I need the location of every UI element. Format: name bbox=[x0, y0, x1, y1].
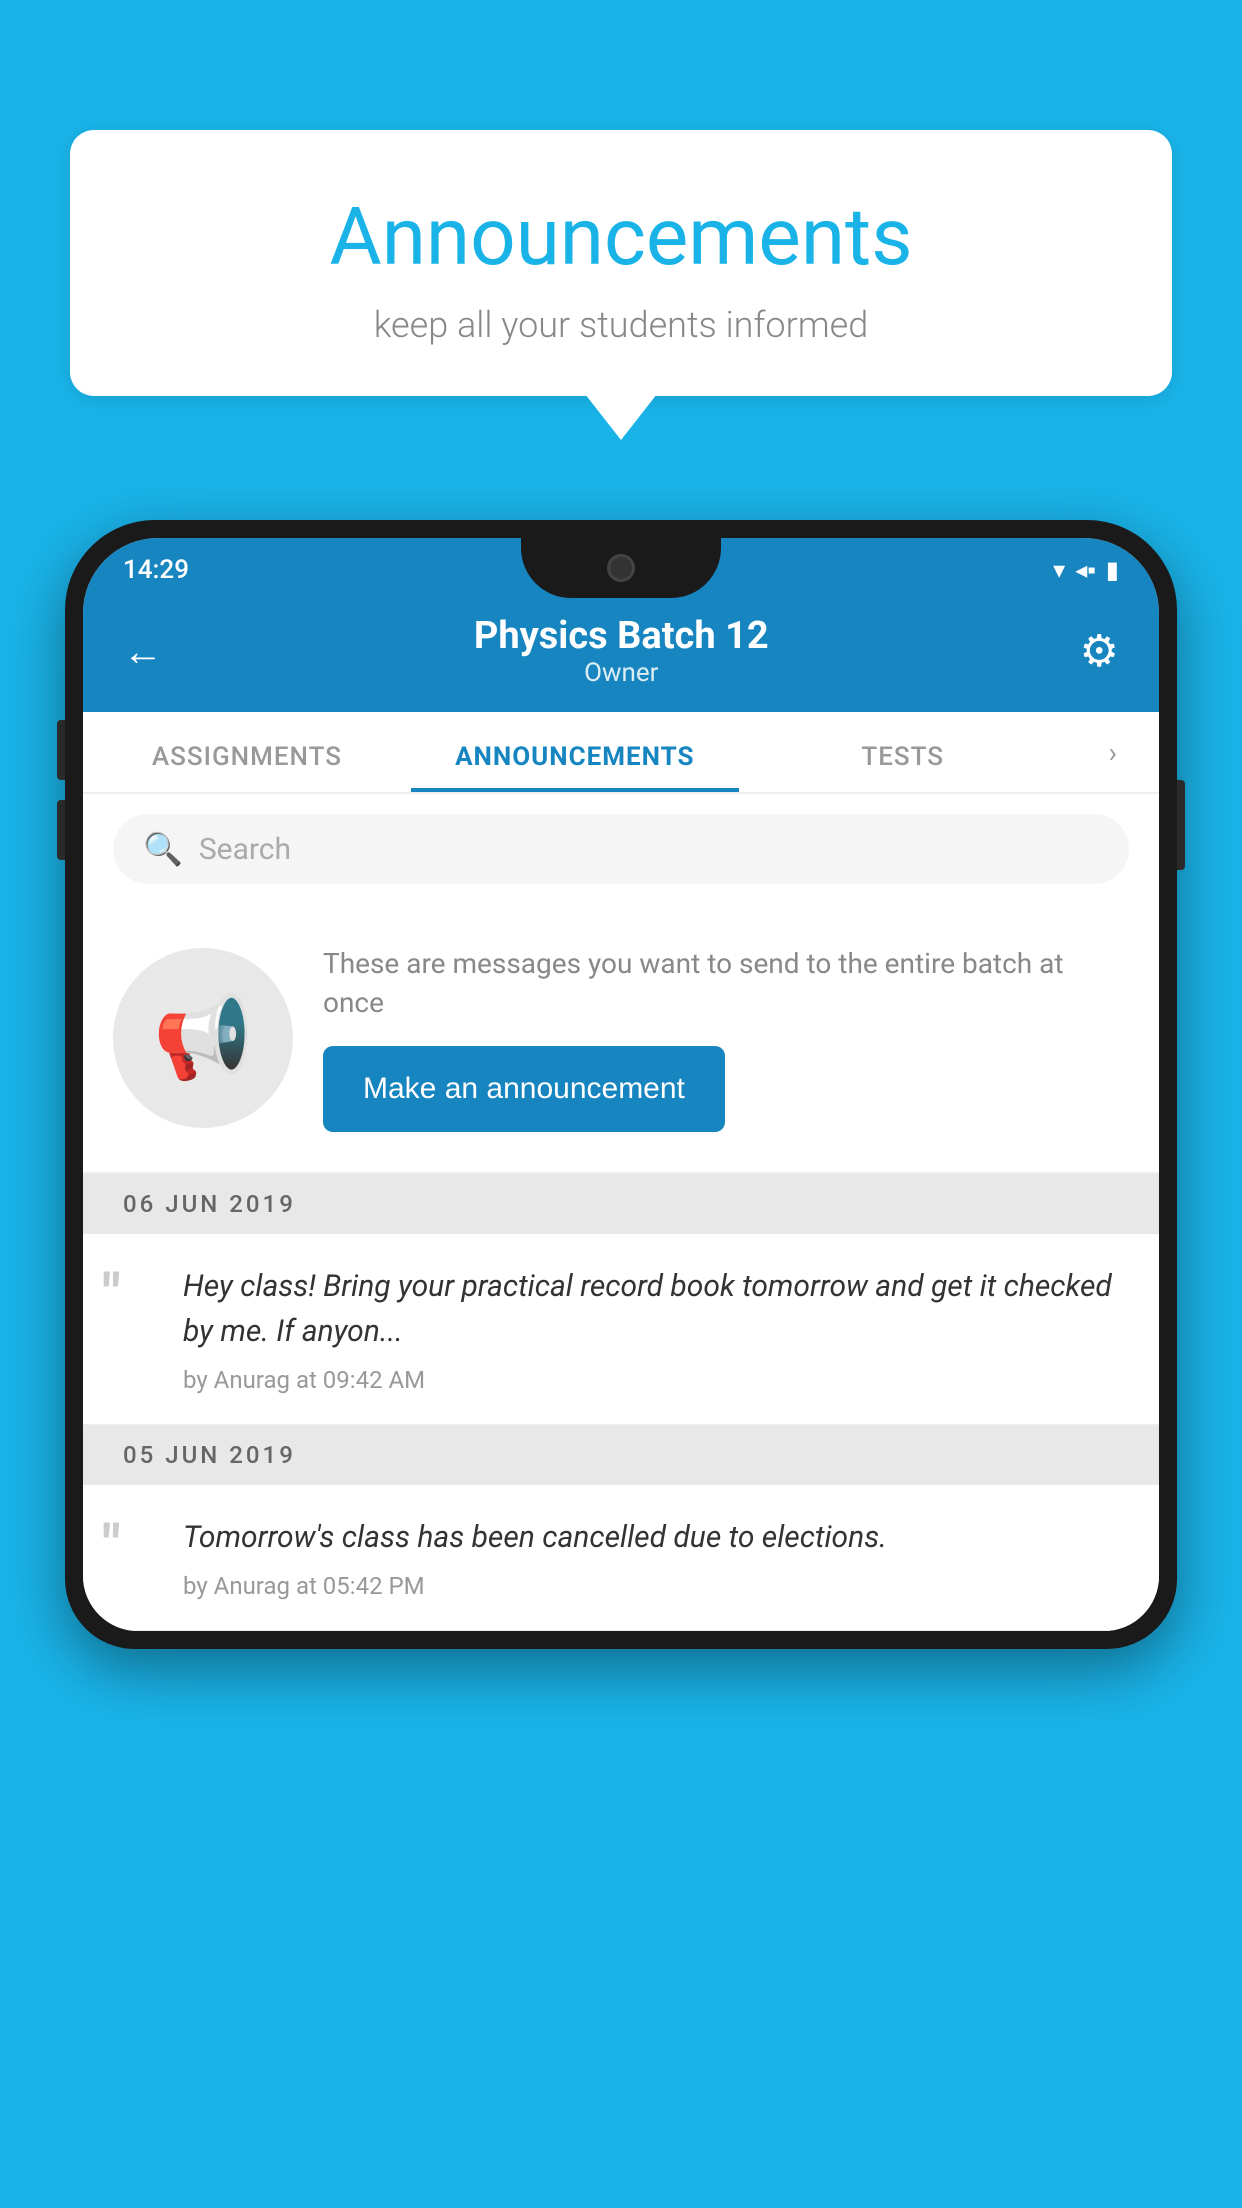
front-camera bbox=[607, 554, 635, 582]
tab-more[interactable]: › bbox=[1067, 712, 1159, 792]
search-container: 🔍 Search bbox=[83, 794, 1159, 904]
wifi-icon: ▾ bbox=[1053, 556, 1065, 584]
search-bar[interactable]: 🔍 Search bbox=[113, 814, 1129, 884]
phone-outer: 14:29 ▾ ◂▪ ▮ ← Physics Batch 12 Owner ⚙ … bbox=[65, 520, 1177, 1649]
header-subtitle: Owner bbox=[474, 658, 769, 688]
cta-description: These are messages you want to send to t… bbox=[323, 944, 1129, 1022]
speech-bubble-subtitle: keep all your students informed bbox=[150, 304, 1092, 346]
settings-icon[interactable]: ⚙ bbox=[1080, 625, 1119, 677]
announcement-cta: 📢 These are messages you want to send to… bbox=[83, 904, 1159, 1174]
date-divider-2: 05 JUN 2019 bbox=[83, 1425, 1159, 1485]
app-header: ← Physics Batch 12 Owner ⚙ bbox=[83, 594, 1159, 712]
date-label-1: 06 JUN 2019 bbox=[123, 1190, 296, 1218]
header-title: Physics Batch 12 bbox=[474, 614, 769, 658]
announcement-meta-2: by Anurag at 05:42 PM bbox=[183, 1572, 1129, 1600]
cta-right: These are messages you want to send to t… bbox=[323, 944, 1129, 1132]
quote-icon-2: " bbox=[103, 1515, 163, 1573]
tab-tests[interactable]: TESTS bbox=[739, 712, 1067, 792]
tab-announcements[interactable]: ANNOUNCEMENTS bbox=[411, 712, 739, 792]
tabs: ASSIGNMENTS ANNOUNCEMENTS TESTS › bbox=[83, 712, 1159, 794]
megaphone-icon: 📢 bbox=[153, 991, 253, 1085]
announcement-meta-1: by Anurag at 09:42 AM bbox=[183, 1366, 1129, 1394]
back-button[interactable]: ← bbox=[123, 628, 163, 675]
date-divider-1: 06 JUN 2019 bbox=[83, 1174, 1159, 1234]
volume-up-button[interactable] bbox=[57, 720, 65, 780]
status-time: 14:29 bbox=[123, 555, 189, 585]
phone-notch bbox=[521, 538, 721, 598]
phone-screen: 14:29 ▾ ◂▪ ▮ ← Physics Batch 12 Owner ⚙ … bbox=[83, 538, 1159, 1631]
make-announcement-button[interactable]: Make an announcement bbox=[323, 1046, 725, 1132]
announcement-content-2: Tomorrow's class has been cancelled due … bbox=[183, 1515, 1129, 1600]
quote-icon-1: " bbox=[103, 1264, 163, 1322]
megaphone-circle: 📢 bbox=[113, 948, 293, 1128]
tab-assignments[interactable]: ASSIGNMENTS bbox=[83, 712, 411, 792]
date-label-2: 05 JUN 2019 bbox=[123, 1441, 296, 1469]
phone-mockup: 14:29 ▾ ◂▪ ▮ ← Physics Batch 12 Owner ⚙ … bbox=[65, 520, 1177, 2208]
announcement-item-1[interactable]: " Hey class! Bring your practical record… bbox=[83, 1234, 1159, 1425]
search-placeholder: Search bbox=[199, 832, 291, 867]
speech-bubble: Announcements keep all your students inf… bbox=[70, 130, 1172, 396]
volume-down-button[interactable] bbox=[57, 800, 65, 860]
speech-bubble-title: Announcements bbox=[150, 190, 1092, 284]
search-icon: 🔍 bbox=[143, 830, 183, 868]
announcement-text-2: Tomorrow's class has been cancelled due … bbox=[183, 1515, 1129, 1560]
announcement-content-1: Hey class! Bring your practical record b… bbox=[183, 1264, 1129, 1394]
header-center: Physics Batch 12 Owner bbox=[474, 614, 769, 688]
signal-icon: ◂▪ bbox=[1075, 556, 1096, 585]
power-button[interactable] bbox=[1177, 780, 1185, 870]
announcement-item-2[interactable]: " Tomorrow's class has been cancelled du… bbox=[83, 1485, 1159, 1631]
announcement-text-1: Hey class! Bring your practical record b… bbox=[183, 1264, 1129, 1354]
status-icons: ▾ ◂▪ ▮ bbox=[1053, 556, 1119, 585]
speech-bubble-area: Announcements keep all your students inf… bbox=[70, 130, 1172, 396]
battery-icon: ▮ bbox=[1106, 556, 1119, 584]
